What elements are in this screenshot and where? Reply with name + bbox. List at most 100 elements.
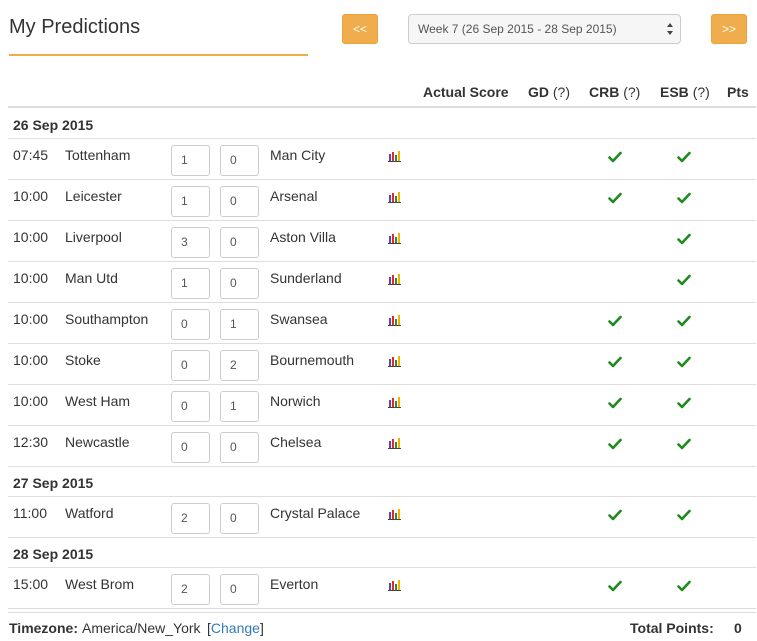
footer: Timezone: America/New_York [Change] Tota… (8, 612, 756, 641)
match-row: 11:00 Watford 2 0 Crystal Palace (8, 497, 756, 538)
match-date: 28 Sep 2015 (13, 546, 94, 562)
home-team: West Brom (65, 576, 134, 592)
col-esb-label: ESB (660, 84, 689, 100)
esb-help[interactable]: (?) (693, 84, 710, 100)
home-team: Southampton (65, 311, 149, 327)
bar-chart-icon[interactable] (388, 437, 402, 449)
away-team: Man City (270, 147, 326, 163)
away-score-input[interactable]: 2 (220, 350, 259, 381)
away-score-input[interactable]: 0 (220, 145, 259, 176)
home-score-input[interactable]: 0 (171, 309, 210, 340)
match-row: 10:00 Southampton 0 1 Swansea (8, 303, 756, 344)
crb-help[interactable]: (?) (623, 84, 640, 100)
check-icon (677, 151, 691, 163)
check-icon (677, 580, 691, 592)
kickoff-time: 11:00 (13, 505, 47, 521)
col-actual-score: Actual Score (423, 84, 509, 100)
match-row: 10:00 Liverpool 3 0 Aston Villa (8, 221, 756, 262)
home-score-input[interactable]: 2 (171, 503, 210, 534)
kickoff-time: 10:00 (13, 270, 49, 286)
check-icon (608, 509, 622, 521)
away-score-input[interactable]: 0 (220, 186, 259, 217)
prev-week-button[interactable]: << (342, 14, 378, 44)
col-gd-label: GD (528, 84, 549, 100)
date-row: 27 Sep 2015 (8, 467, 756, 497)
kickoff-time: 10:00 (13, 352, 49, 368)
kickoff-time: 10:00 (13, 229, 49, 245)
kickoff-time: 12:30 (13, 434, 49, 450)
away-score-input[interactable]: 0 (220, 503, 259, 534)
date-row: 28 Sep 2015 (8, 538, 756, 568)
match-row: 10:00 Stoke 0 2 Bournemouth (8, 344, 756, 385)
home-team: West Ham (65, 393, 131, 409)
check-icon (608, 356, 622, 368)
away-team: Bournemouth (270, 352, 355, 368)
change-timezone-link[interactable]: Change (211, 620, 260, 636)
timezone-label: Timezone: (9, 620, 78, 636)
check-icon (608, 397, 622, 409)
title-underline (9, 54, 308, 56)
week-select[interactable]: Week 7 (26 Sep 2015 - 28 Sep 2015) (408, 14, 681, 44)
total-points-label: Total Points: (630, 620, 714, 636)
home-team: Man Utd (65, 270, 118, 286)
home-score-input[interactable]: 1 (171, 268, 210, 299)
page-title: My Predictions (9, 16, 141, 38)
bar-chart-icon[interactable] (388, 273, 402, 285)
home-team: Leicester (65, 188, 122, 204)
check-icon (677, 192, 691, 204)
away-team: Everton (270, 576, 319, 592)
bar-chart-icon[interactable] (388, 314, 402, 326)
bar-chart-icon[interactable] (388, 508, 402, 520)
match-row: 07:45 Tottenham 1 0 Man City (8, 139, 756, 180)
home-score-input[interactable]: 1 (171, 145, 210, 176)
home-score-input[interactable]: 0 (171, 391, 210, 422)
home-score-input[interactable]: 3 (171, 227, 210, 258)
away-team: Arsenal (270, 188, 318, 204)
gd-help[interactable]: (?) (553, 84, 570, 100)
bar-chart-icon[interactable] (388, 579, 402, 591)
kickoff-time: 10:00 (13, 311, 49, 327)
away-score-input[interactable]: 0 (220, 227, 259, 258)
home-score-input[interactable]: 1 (171, 186, 210, 217)
timezone-change: [Change] (207, 620, 264, 636)
home-score-input[interactable]: 0 (171, 432, 210, 463)
away-score-input[interactable]: 0 (220, 574, 259, 605)
kickoff-time: 07:45 (13, 147, 49, 163)
bar-chart-icon[interactable] (388, 191, 402, 203)
match-row: 10:00 West Ham 0 1 Norwich (8, 385, 756, 426)
away-team: Aston Villa (270, 229, 336, 245)
bar-chart-icon[interactable] (388, 396, 402, 408)
match-row: 10:00 Leicester 1 0 Arsenal (8, 180, 756, 221)
check-icon (608, 151, 622, 163)
check-icon (608, 580, 622, 592)
home-team: Watford (65, 505, 114, 521)
away-team: Crystal Palace (270, 505, 361, 521)
check-icon (677, 356, 691, 368)
check-icon (677, 438, 691, 450)
home-team: Liverpool (65, 229, 122, 245)
away-score-input[interactable]: 1 (220, 309, 259, 340)
home-score-input[interactable]: 2 (171, 574, 210, 605)
away-team: Swansea (270, 311, 328, 327)
check-icon (608, 438, 622, 450)
away-team: Sunderland (270, 270, 342, 286)
check-icon (677, 274, 691, 286)
away-score-input[interactable]: 0 (220, 432, 259, 463)
bar-chart-icon[interactable] (388, 355, 402, 367)
timezone-value: America/New_York (82, 620, 201, 636)
match-row: 12:30 Newcastle 0 0 Chelsea (8, 426, 756, 467)
col-crb[interactable]: CRB (?) (589, 84, 640, 100)
week-select-value: Week 7 (26 Sep 2015 - 28 Sep 2015) (418, 22, 617, 36)
away-score-input[interactable]: 1 (220, 391, 259, 422)
next-week-button[interactable]: >> (711, 14, 747, 44)
bar-chart-icon[interactable] (388, 150, 402, 162)
col-esb[interactable]: ESB (?) (660, 84, 710, 100)
col-crb-label: CRB (589, 84, 620, 100)
home-score-input[interactable]: 0 (171, 350, 210, 381)
kickoff-time: 10:00 (13, 393, 49, 409)
bar-chart-icon[interactable] (388, 232, 402, 244)
kickoff-time: 15:00 (13, 576, 49, 592)
check-icon (677, 509, 691, 521)
away-score-input[interactable]: 0 (220, 268, 259, 299)
col-gd[interactable]: GD (?) (528, 84, 570, 100)
